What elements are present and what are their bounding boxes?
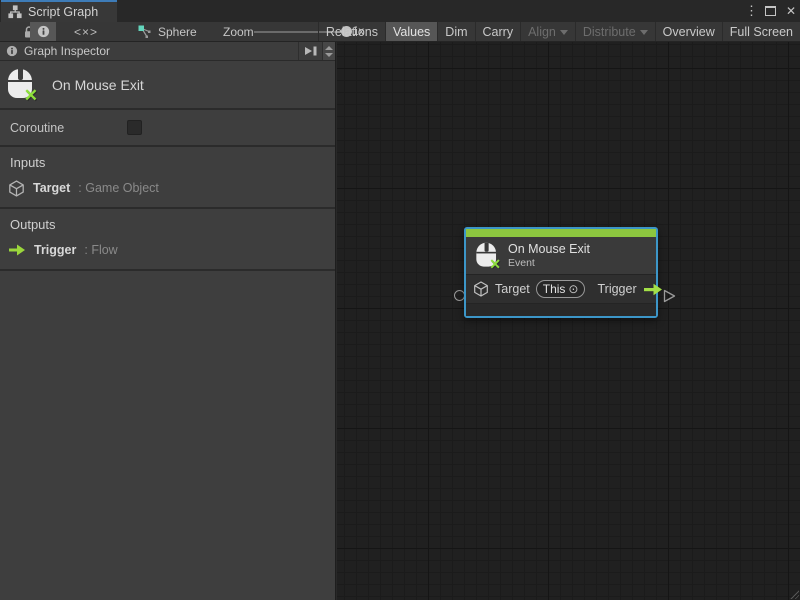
- coroutine-row: Coroutine: [0, 110, 335, 145]
- toolbar-button-relations[interactable]: Relations: [318, 22, 385, 41]
- toolbar-button-overview[interactable]: Overview: [655, 22, 722, 41]
- button-label: Align: [528, 25, 556, 39]
- toolbar-button-align: Align: [520, 22, 575, 41]
- target-port-label: Target: [495, 282, 530, 296]
- on-mouse-exit-icon: ✕: [8, 69, 34, 100]
- coroutine-label: Coroutine: [10, 121, 64, 135]
- target-value: This: [543, 282, 566, 296]
- outputs-title: Outputs: [0, 217, 335, 232]
- code-icon: <×>: [74, 25, 98, 39]
- flow-arrow-icon[interactable]: [643, 283, 663, 296]
- button-label: Full Screen: [730, 25, 793, 39]
- coroutine-checkbox[interactable]: [127, 120, 142, 135]
- dock-panel-button[interactable]: [298, 42, 322, 60]
- graph-toolbar: <×> Sphere Zoom 1x Relations Values Dim …: [0, 22, 800, 42]
- graph-inspector-panel: Graph Inspector ✕ On Mouse Exit Coroutin…: [0, 42, 336, 600]
- object-picker-icon[interactable]: ⊙: [568, 283, 578, 295]
- unit-title: On Mouse Exit: [52, 77, 144, 93]
- dropdown-arrow-icon: [560, 30, 568, 35]
- output-port-row: Trigger : Flow: [0, 241, 335, 259]
- tab-script-graph[interactable]: Script Graph: [1, 0, 117, 22]
- outputs-section: Outputs Trigger : Flow: [0, 209, 335, 269]
- toolbar-button-carry[interactable]: Carry: [475, 22, 521, 41]
- chevron-down-icon: [325, 53, 333, 57]
- window-controls: ⋮ ✕: [745, 0, 796, 22]
- button-label: Distribute: [583, 25, 636, 39]
- port-type: : Flow: [84, 243, 117, 257]
- dock-right-icon: [304, 45, 318, 57]
- button-label: Carry: [483, 25, 514, 39]
- toolbar-button-fullscreen[interactable]: Full Screen: [722, 22, 800, 41]
- section-divider: [0, 269, 335, 271]
- game-object-cube-icon: [473, 281, 489, 297]
- toolbar-button-dim[interactable]: Dim: [437, 22, 474, 41]
- port-name: Target: [33, 181, 70, 195]
- button-label: Dim: [445, 25, 467, 39]
- input-port-row: Target : Game Object: [0, 179, 335, 197]
- graph-reference-breadcrumb[interactable]: Sphere: [138, 22, 197, 41]
- code-view-button[interactable]: <×>: [66, 22, 106, 41]
- on-mouse-exit-icon: ✕: [476, 243, 497, 268]
- close-icon[interactable]: ✕: [786, 4, 796, 18]
- window-tab-bar: Script Graph ⋮ ✕: [0, 0, 800, 22]
- target-value-chip[interactable]: This ⊙: [536, 280, 586, 298]
- graph-canvas[interactable]: ✕ On Mouse Exit Event Target This ⊙ Trig…: [337, 42, 800, 600]
- inputs-title: Inputs: [0, 155, 335, 170]
- toolbar-button-values[interactable]: Values: [385, 22, 437, 41]
- node-port-row: Target This ⊙ Trigger: [466, 275, 656, 304]
- maximize-icon[interactable]: [765, 6, 776, 16]
- info-icon: [6, 45, 18, 57]
- on-mouse-exit-node[interactable]: ✕ On Mouse Exit Event Target This ⊙ Trig…: [464, 227, 658, 318]
- graph-node-icon: [138, 25, 151, 39]
- button-label: Overview: [663, 25, 715, 39]
- node-color-bar: [466, 229, 656, 237]
- node-title: On Mouse Exit: [508, 242, 590, 257]
- game-object-cube-icon: [8, 180, 25, 197]
- node-output-port[interactable]: [663, 289, 676, 303]
- button-label: Relations: [326, 25, 378, 39]
- panel-scroll-spinner[interactable]: [322, 42, 335, 60]
- node-header[interactable]: ✕ On Mouse Exit Event: [466, 237, 656, 275]
- chevron-up-icon: [325, 46, 333, 50]
- trigger-port-label: Trigger: [597, 282, 636, 296]
- toolbar-button-distribute: Distribute: [575, 22, 655, 41]
- inspector-toggle-button[interactable]: [30, 22, 56, 41]
- tab-title: Script Graph: [28, 5, 98, 19]
- script-graph-icon: [8, 5, 22, 19]
- graph-inspector-header: Graph Inspector: [0, 42, 335, 61]
- toolbar-toggle-group: Relations Values Dim Carry Align Distrib…: [318, 22, 800, 41]
- window-menu-icon[interactable]: ⋮: [745, 3, 755, 19]
- inspected-unit-header: ✕ On Mouse Exit: [0, 61, 335, 108]
- inputs-section: Inputs Target : Game Object: [0, 147, 335, 207]
- panel-title: Graph Inspector: [24, 44, 110, 58]
- node-footer: [466, 304, 656, 316]
- dropdown-arrow-icon: [640, 30, 648, 35]
- port-type: : Game Object: [78, 181, 159, 195]
- port-name: Trigger: [34, 243, 76, 257]
- window-resize-grip[interactable]: [789, 589, 799, 599]
- graph-name-label: Sphere: [158, 25, 197, 39]
- button-label: Values: [393, 25, 430, 39]
- info-icon: [37, 25, 50, 38]
- zoom-label: Zoom: [223, 22, 254, 41]
- node-subtitle: Event: [508, 257, 590, 269]
- flow-arrow-icon: [8, 244, 26, 256]
